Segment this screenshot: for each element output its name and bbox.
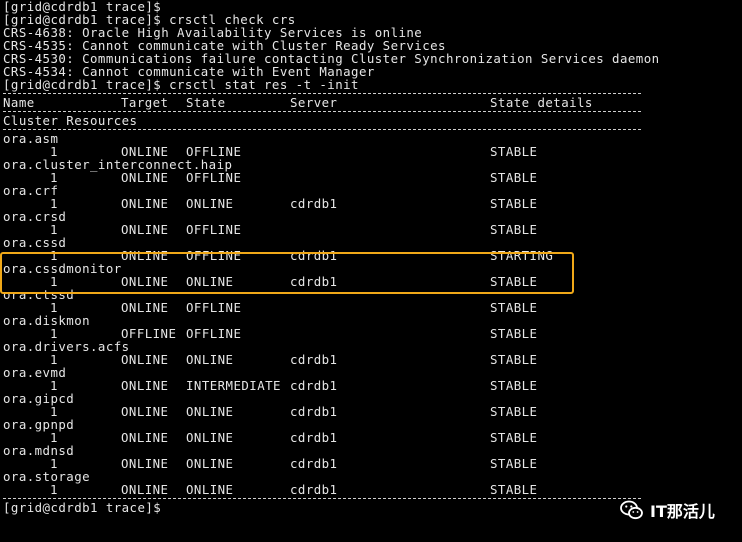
resource-name: ora.cssdmonitor: [3, 261, 122, 276]
resource-name: ora.drivers.acfs: [3, 339, 130, 354]
resource-target: ONLINE: [121, 170, 169, 185]
resource-state-details: STABLE: [490, 196, 538, 211]
resource-name: ora.ctssd: [3, 287, 75, 302]
resource-state: OFFLINE: [186, 248, 242, 263]
resource-state: ONLINE: [186, 352, 234, 367]
header-target: Target: [121, 95, 169, 110]
resource-server: cdrdb1: [290, 196, 338, 211]
resource-target: ONLINE: [121, 274, 169, 289]
resource-state-details: STABLE: [490, 352, 538, 367]
table-header: Name Target State Server State details: [3, 95, 592, 110]
resource-target: ONLINE: [121, 378, 169, 393]
resource-state: ONLINE: [186, 274, 234, 289]
resource-server: cdrdb1: [290, 378, 338, 393]
resource-server: cdrdb1: [290, 248, 338, 263]
watermark-text: IT那活儿: [650, 502, 715, 521]
resource-state-details: STABLE: [490, 170, 538, 185]
resource-name: ora.gipcd: [3, 391, 75, 406]
wechat-icon: [620, 500, 643, 520]
resource-target: ONLINE: [121, 482, 169, 497]
header-state: State: [186, 95, 226, 110]
resource-target: ONLINE: [121, 352, 169, 367]
resource-name: ora.mdnsd: [3, 443, 75, 458]
resource-target: ONLINE: [121, 300, 169, 315]
separator-line: [3, 111, 641, 112]
resource-server: cdrdb1: [290, 482, 338, 497]
resource-state: OFFLINE: [186, 300, 242, 315]
resource-state: OFFLINE: [186, 170, 242, 185]
resource-server: cdrdb1: [290, 352, 338, 367]
header-state-details: State details: [490, 95, 593, 110]
resource-state: ONLINE: [186, 430, 234, 445]
resource-name: ora.storage: [3, 469, 91, 484]
resource-state: ONLINE: [186, 404, 234, 419]
command-stat-res: [grid@cdrdb1 trace]$ crsctl stat res -t …: [3, 77, 359, 92]
separator-line: [3, 129, 641, 130]
section-title: Cluster Resources: [3, 113, 138, 128]
resource-state-details: STABLE: [490, 430, 538, 445]
resource-state: INTERMEDIATE: [186, 378, 281, 393]
resource-state-details: STABLE: [490, 482, 538, 497]
resource-server: cdrdb1: [290, 274, 338, 289]
terminal-window[interactable]: [grid@cdrdb1 trace]$ [grid@cdrdb1 trace]…: [0, 0, 742, 542]
resource-server: cdrdb1: [290, 456, 338, 471]
resource-state-details: STABLE: [490, 274, 538, 289]
resource-state: OFFLINE: [186, 222, 242, 237]
resource-target: ONLINE: [121, 196, 169, 211]
resource-state-details: STABLE: [490, 378, 538, 393]
resource-name: ora.gpnpd: [3, 417, 75, 432]
separator-line: [3, 498, 641, 499]
resource-state: ONLINE: [186, 456, 234, 471]
resource-server: cdrdb1: [290, 430, 338, 445]
separator-line: [3, 93, 641, 94]
resource-state: ONLINE: [186, 196, 234, 211]
resource-target: ONLINE: [121, 404, 169, 419]
resource-state: OFFLINE: [186, 326, 242, 341]
resource-target: ONLINE: [121, 222, 169, 237]
resource-target: ONLINE: [121, 248, 169, 263]
resource-target: ONLINE: [121, 456, 169, 471]
resource-state-details: STABLE: [490, 456, 538, 471]
watermark: IT那活儿: [620, 498, 715, 522]
resource-state-details: STABLE: [490, 144, 538, 159]
resource-target: ONLINE: [121, 430, 169, 445]
resource-state-details: STABLE: [490, 404, 538, 419]
header-server: Server: [290, 95, 338, 110]
resource-state-details: STABLE: [490, 326, 538, 341]
header-name: Name: [3, 95, 35, 110]
resource-state-details: STABLE: [490, 300, 538, 315]
resource-state-details: STABLE: [490, 222, 538, 237]
final-prompt-line: [grid@cdrdb1 trace]$: [3, 500, 162, 515]
resource-name: ora.diskmon: [3, 313, 91, 328]
resource-instance: 1: [50, 482, 58, 497]
resource-server: cdrdb1: [290, 404, 338, 419]
resource-state: ONLINE: [186, 482, 234, 497]
resource-state-details: STARTING: [490, 248, 554, 263]
